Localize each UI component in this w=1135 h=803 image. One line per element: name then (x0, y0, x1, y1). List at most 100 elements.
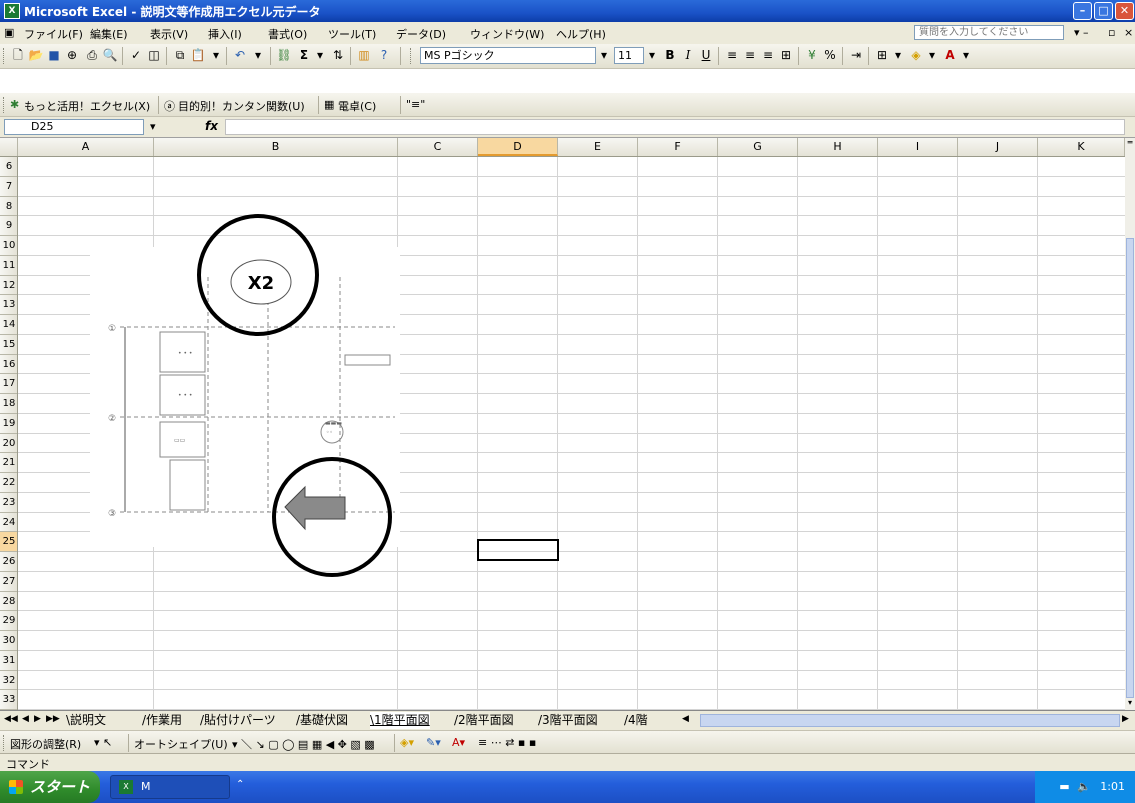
fill-color-icon[interactable]: ◈ (908, 48, 924, 64)
row-header[interactable]: 15 (0, 335, 17, 355)
excel-icon[interactable]: X (4, 3, 20, 19)
column-header-e[interactable]: E (558, 138, 638, 156)
align-center-icon[interactable]: ≡ (742, 48, 758, 64)
row-header[interactable]: 9 (0, 216, 17, 236)
column-header-k[interactable]: K (1038, 138, 1125, 156)
row-header[interactable]: 14 (0, 315, 17, 335)
help-icon[interactable]: ? (376, 48, 392, 64)
spelling-icon[interactable]: ✓ (128, 48, 144, 64)
row-header[interactable]: 28 (0, 592, 17, 612)
hyperlink-icon[interactable]: ⛓ (276, 48, 292, 64)
worksheet-grid[interactable]: • • • • • • ▭▭ ▬▬▬ ◦◦ ① ② ③ X2 (18, 157, 1125, 710)
draw-menu-button[interactable]: 図形の調整(R) (10, 736, 81, 752)
name-box-dropdown-icon[interactable]: ▾ (150, 120, 156, 133)
autoshape-menu-button[interactable]: オートシェイプ(U) (134, 736, 228, 752)
column-header-g[interactable]: G (718, 138, 798, 156)
undo-icon[interactable]: ↶ (232, 48, 248, 64)
calculator-button[interactable]: 電卓(C) (338, 98, 376, 114)
prev-sheet-icon[interactable]: ◀ (22, 714, 29, 724)
research-icon[interactable]: ◫ (146, 48, 162, 64)
italic-button[interactable]: I (680, 48, 696, 64)
autosum-icon[interactable]: Σ (296, 48, 312, 64)
menu-tools[interactable]: ツール(T) (328, 26, 376, 42)
sort-ascending-icon[interactable]: ⇅ (330, 48, 346, 64)
align-right-icon[interactable]: ≡ (760, 48, 776, 64)
toolbar-grip[interactable] (3, 48, 7, 64)
column-header-d[interactable]: D (478, 138, 558, 156)
print-preview-icon[interactable]: 🔍 (102, 48, 118, 64)
dropdown-icon[interactable]: ▾ (958, 48, 974, 64)
row-header[interactable]: 7 (0, 177, 17, 197)
scroll-down-icon[interactable]: ▾ (1125, 698, 1135, 710)
row-header[interactable]: 11 (0, 256, 17, 276)
underline-button[interactable]: U (698, 48, 714, 64)
horizontal-scrollbar[interactable] (700, 714, 1120, 727)
toolbar-grip[interactable] (410, 48, 414, 64)
font-color-icon[interactable]: A▾ (452, 736, 465, 749)
sheet-tab-1[interactable]: /作業用 (142, 712, 182, 729)
row-header[interactable]: 20 (0, 434, 17, 454)
close-button[interactable]: ✕ (1115, 2, 1134, 20)
select-all-button[interactable] (0, 138, 18, 156)
paste-format-icon[interactable]: "≡" (406, 98, 425, 111)
row-header[interactable]: 30 (0, 631, 17, 651)
new-icon[interactable]: 🗋 (10, 48, 26, 64)
line-color-icon[interactable]: ✎▾ (426, 736, 441, 749)
row-header[interactable]: 33 (0, 690, 17, 710)
sheet-tab-7[interactable]: /4階 (624, 712, 648, 729)
doc-close-icon[interactable]: × (1124, 26, 1133, 39)
tab-scroll-left-icon[interactable]: ◀ (682, 714, 689, 724)
clock[interactable]: 1:01 (1100, 780, 1125, 793)
column-header-f[interactable]: F (638, 138, 718, 156)
scroll-right-icon[interactable]: ▶ (1122, 714, 1129, 724)
shape-tools-icon[interactable]: ▾ ＼ ↘ ▢ ◯ ▤ ▦ ◀ ✥ ▧ ▩ (232, 736, 375, 752)
minimize-button[interactable]: – (1073, 2, 1092, 20)
dropdown-icon[interactable]: ▾ (596, 48, 612, 64)
font-name-select[interactable]: MS Pゴシック (420, 47, 596, 64)
row-header[interactable]: 17 (0, 374, 17, 394)
menu-file[interactable]: ファイル(F) (24, 26, 83, 42)
row-header[interactable]: 12 (0, 276, 17, 296)
toolbar-grip[interactable] (3, 735, 7, 751)
more-excel-button[interactable]: もっと活用！エクセル(X) (24, 98, 150, 114)
print-icon[interactable]: ⎙ (84, 48, 100, 64)
bold-button[interactable]: B (662, 48, 678, 64)
name-box[interactable]: D25 (4, 119, 144, 135)
paste-icon[interactable]: 📋 (190, 48, 206, 64)
sheet-tab-5[interactable]: /2階平面図 (454, 712, 514, 729)
toolbar-grip[interactable] (3, 97, 7, 113)
column-header-j[interactable]: J (958, 138, 1038, 156)
doc-minimize-icon[interactable]: ▾ – (1074, 26, 1089, 39)
row-header[interactable]: 29 (0, 611, 17, 631)
row-header[interactable]: 23 (0, 493, 17, 513)
row-header[interactable]: 26 (0, 552, 17, 572)
column-header-b[interactable]: B (154, 138, 398, 156)
menu-data[interactable]: データ(D) (396, 26, 446, 42)
row-header[interactable]: 24 (0, 513, 17, 533)
sheet-tab-active[interactable]: \1階平面図 (370, 712, 430, 729)
row-header[interactable]: 6 (0, 157, 17, 177)
row-header[interactable]: 22 (0, 473, 17, 493)
permission-icon[interactable]: ⊕ (64, 48, 80, 64)
column-header-h[interactable]: H (798, 138, 878, 156)
first-sheet-icon[interactable]: ◀◀ (4, 714, 18, 724)
menu-insert[interactable]: 挿入(I) (208, 26, 242, 42)
copy-icon[interactable]: ⧉ (172, 48, 188, 64)
fill-color-icon[interactable]: ◈▾ (400, 736, 414, 749)
document-icon[interactable]: ▣ (4, 26, 14, 39)
maximize-button[interactable]: □ (1094, 2, 1113, 20)
column-header-i[interactable]: I (878, 138, 958, 156)
percent-button[interactable]: % (822, 48, 838, 64)
row-header[interactable]: 8 (0, 197, 17, 217)
font-color-icon[interactable]: A (942, 48, 958, 64)
dropdown-icon[interactable]: ▾ (250, 48, 266, 64)
dropdown-icon[interactable]: ▾ (890, 48, 906, 64)
row-header[interactable]: 27 (0, 572, 17, 592)
help-search-input[interactable]: 質問を入力してください (914, 25, 1064, 40)
start-button[interactable]: スタート (0, 771, 100, 803)
sheet-tab-6[interactable]: /3階平面図 (538, 712, 598, 729)
column-header-c[interactable]: C (398, 138, 478, 156)
function-guide-button[interactable]: 目的別！カンタン関数(U) (178, 98, 305, 114)
sheet-tab-2[interactable]: /貼付けパーツ (200, 712, 276, 729)
row-header[interactable]: 16 (0, 355, 17, 375)
